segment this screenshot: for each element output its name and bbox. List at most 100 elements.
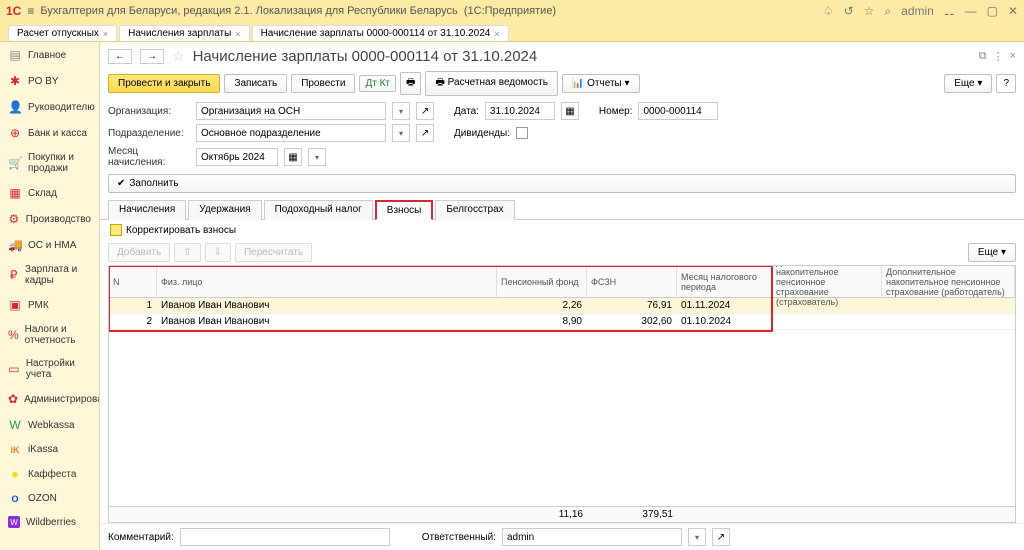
col-fszn[interactable]: ФСЗН — [587, 266, 677, 297]
sidebar-item-rmk[interactable]: ▣РМК — [0, 292, 99, 318]
table-row[interactable]: 2 Иванов Иван Иванович 8,90 302,60 01.10… — [109, 314, 1015, 330]
sidebar-item-ozon[interactable]: OOZON — [0, 487, 99, 510]
open-icon[interactable]: ↗ — [712, 528, 730, 546]
tab-accruals[interactable]: Начисления — [108, 200, 186, 220]
close-icon[interactable]: × — [103, 29, 108, 39]
org-field[interactable]: Организация на ОСН — [196, 102, 386, 120]
tab-document[interactable]: Начисление зарплаты 0000-000114 от 31.10… — [252, 25, 509, 41]
sidebar-item-sales[interactable]: 🛒Покупки и продажи — [0, 146, 99, 180]
menu-icon[interactable]: ≡ — [27, 4, 34, 18]
forward-button[interactable]: → — [140, 49, 164, 64]
document-tabs: Расчет отпускных× Начисления зарплаты× Н… — [0, 22, 1024, 42]
up-button: ⇧ — [174, 243, 200, 262]
dropdown-icon[interactable]: ▾ — [688, 528, 706, 546]
sidebar-item-poby[interactable]: ✱PO BY — [0, 68, 99, 94]
document-title: Начисление зарплаты 0000-000114 от 31.10… — [193, 48, 538, 65]
month-field[interactable]: Октябрь 2024 — [196, 148, 278, 166]
org-label: Организация: — [108, 106, 190, 117]
minimize-icon[interactable]: — — [965, 4, 977, 18]
sidebar-item-wildberries[interactable]: WWildberries — [0, 510, 99, 534]
back-button[interactable]: ← — [108, 49, 132, 64]
add-button: Добавить — [108, 243, 170, 262]
options-icon[interactable]: ⋮ — [993, 50, 1004, 63]
close-doc-icon[interactable]: × — [1010, 50, 1016, 63]
calendar-icon[interactable]: ▦ — [561, 102, 579, 120]
payroll-button[interactable]: 🖶 Расчетная ведомость — [425, 71, 557, 96]
sidebar: ▤Главное ✱PO BY 👤Руководителю ⊕Банк и ка… — [0, 42, 100, 550]
help-button[interactable]: ? — [996, 74, 1016, 93]
post-and-close-button[interactable]: Провести и закрыть — [108, 74, 220, 93]
col-extra2[interactable]: Дополнительное накопительное пенсионное … — [882, 266, 1015, 297]
sidebar-item-admin[interactable]: ✿Администрирование — [0, 386, 99, 412]
table-row[interactable]: 1 Иванов Иван Иванович 2,26 76,91 01.11.… — [109, 298, 1015, 314]
popup-icon[interactable]: ⧉ — [979, 50, 987, 63]
responsible-field[interactable]: admin — [502, 528, 682, 546]
history-icon[interactable]: ↺ — [844, 4, 854, 18]
recalc-button: Пересчитать — [235, 243, 312, 262]
tab-vacation[interactable]: Расчет отпускных× — [8, 25, 117, 41]
sidebar-item-settings[interactable]: ▭Настройки учета — [0, 352, 99, 386]
number-label: Номер: — [599, 106, 633, 117]
dropdown-icon[interactable]: ▾ — [308, 148, 326, 166]
dt-dk-button[interactable]: Дт Кт — [359, 75, 396, 92]
dropdown-icon[interactable]: ▾ — [392, 124, 410, 142]
date-field[interactable]: 31.10.2024 — [485, 102, 555, 120]
dept-label: Подразделение: — [108, 128, 190, 139]
open-icon[interactable]: ↗ — [416, 102, 434, 120]
sidebar-item-main[interactable]: ▤Главное — [0, 42, 99, 68]
reports-button[interactable]: 📊 Отчеты ▾ — [562, 74, 640, 93]
favorite-icon[interactable]: ☆ — [172, 48, 185, 65]
maximize-icon[interactable]: ▢ — [987, 4, 998, 18]
number-field[interactable]: 0000-000114 — [638, 102, 718, 120]
sidebar-item-stock[interactable]: ▦Склад — [0, 180, 99, 206]
tab-contributions[interactable]: Взносы — [375, 200, 434, 220]
open-icon[interactable]: ↗ — [416, 124, 434, 142]
sidebar-item-tax[interactable]: %Налоги и отчетность — [0, 318, 99, 352]
tab-income-tax[interactable]: Подоходный налог — [264, 200, 373, 220]
sub-tabs: Начисления Удержания Подоходный налог Вз… — [100, 199, 1024, 220]
user-name[interactable]: admin — [901, 4, 934, 18]
comment-label: Комментарий: — [108, 532, 174, 543]
close-icon[interactable]: ✕ — [1008, 4, 1018, 18]
col-n[interactable]: N — [109, 266, 157, 297]
correct-label: Корректировать взносы — [126, 225, 236, 236]
close-icon[interactable]: × — [235, 29, 240, 39]
tab-accruals[interactable]: Начисления зарплаты× — [119, 25, 249, 41]
sidebar-item-webkassa[interactable]: WWebkassa — [0, 412, 99, 438]
grid[interactable]: N Физ. лицо Пенсионный фонд ФСЗН Месяц н… — [108, 265, 1016, 523]
sidebar-item-assets[interactable]: 🚚ОС и НМА — [0, 232, 99, 258]
grid-totals: 11,16 379,51 — [109, 506, 1015, 522]
dept-field[interactable]: Основное подразделение — [196, 124, 386, 142]
close-icon[interactable]: × — [494, 29, 499, 39]
col-pf[interactable]: Пенсионный фонд — [497, 266, 587, 297]
settings-icon[interactable]: ⚋ — [944, 4, 955, 18]
titlebar: 1C ≡ Бухгалтерия для Беларуси, редакция … — [0, 0, 1024, 22]
favorites-icon[interactable]: ☆ — [864, 4, 875, 18]
dividends-label: Дивиденды: — [454, 128, 510, 139]
sidebar-item-production[interactable]: ⚙Производство — [0, 206, 99, 232]
tab-deductions[interactable]: Удержания — [188, 200, 261, 220]
more-button[interactable]: Еще ▾ — [944, 74, 992, 93]
sidebar-item-bank[interactable]: ⊕Банк и касса — [0, 120, 99, 146]
save-button[interactable]: Записать — [224, 74, 287, 93]
col-extra1[interactable]: Дополнительное накопительное пенсионное … — [772, 266, 882, 297]
more-grid-button[interactable]: Еще ▾ — [968, 243, 1016, 262]
sidebar-item-kaffesta[interactable]: ●Каффеста — [0, 461, 99, 487]
col-person[interactable]: Физ. лицо — [157, 266, 497, 297]
fill-button[interactable]: ✔ Заполнить — [108, 174, 1016, 193]
date-label: Дата: — [454, 106, 479, 117]
tab-belgosstrakh[interactable]: Белгосстрах — [435, 200, 514, 220]
sidebar-item-manager[interactable]: 👤Руководителю — [0, 94, 99, 120]
search-icon[interactable]: ⌕ — [884, 4, 891, 19]
print-button[interactable]: 🖶 — [400, 72, 421, 95]
sidebar-item-ikassa[interactable]: iKiKassa — [0, 438, 99, 461]
dividends-checkbox[interactable] — [516, 127, 528, 139]
col-period[interactable]: Месяц налогового периода — [677, 266, 772, 297]
sidebar-item-salary[interactable]: ₽Зарплата и кадры — [0, 258, 99, 292]
calendar-icon[interactable]: ▦ — [284, 148, 302, 166]
comment-field[interactable] — [180, 528, 390, 546]
correct-checkbox[interactable] — [110, 224, 122, 236]
post-button[interactable]: Провести — [291, 74, 355, 93]
dropdown-icon[interactable]: ▾ — [392, 102, 410, 120]
notifications-icon[interactable]: ♤ — [823, 4, 834, 18]
